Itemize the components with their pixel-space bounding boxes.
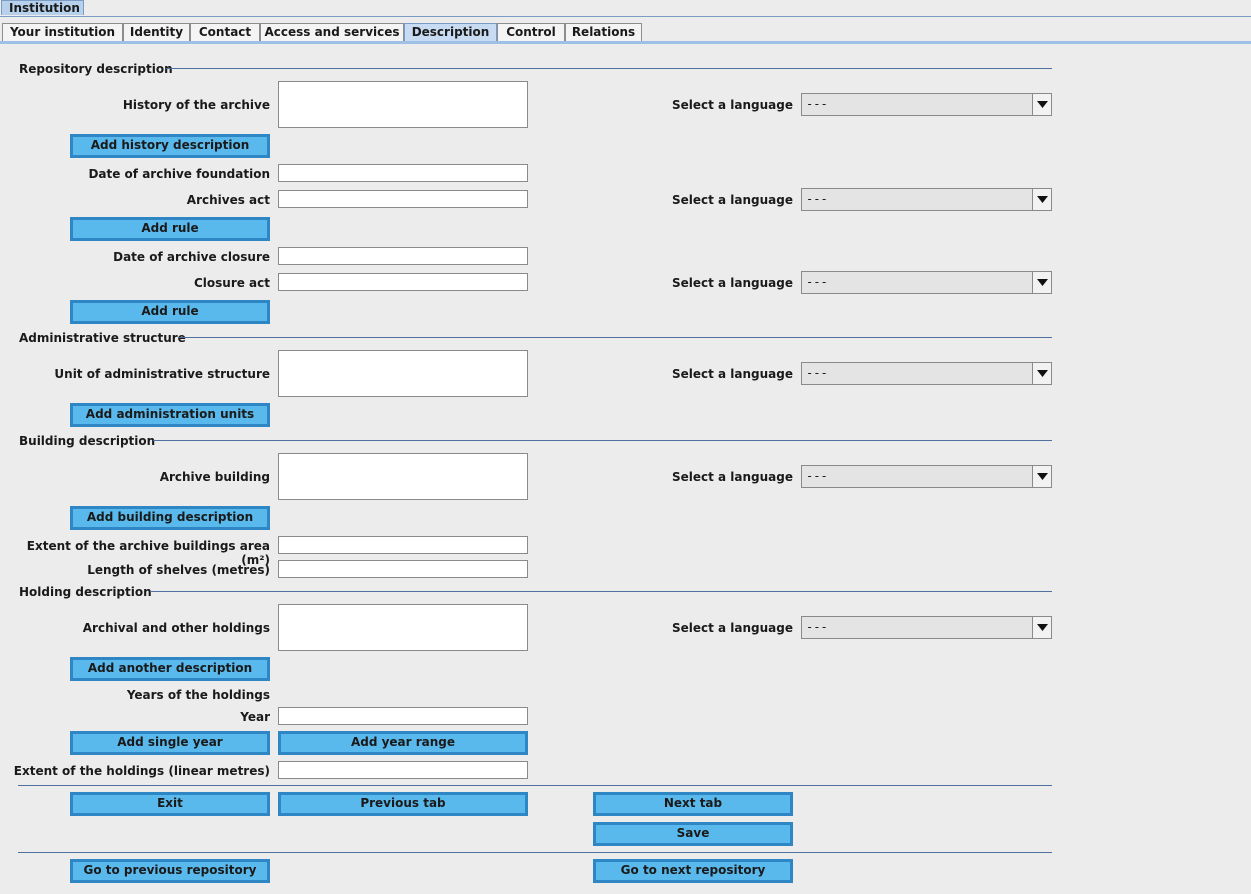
label-select-language: Select a language [671,193,793,207]
section-divider [179,337,1052,338]
language-select-value: --- [806,97,828,111]
add-year-range-button[interactable]: Add year range [278,731,528,755]
chevron-down-icon[interactable] [1032,189,1051,210]
label-length-shelves: Length of shelves (metres) [87,563,270,577]
history-textarea[interactable] [278,81,528,128]
tab-control[interactable]: Control [497,23,565,42]
add-administration-units-button[interactable]: Add administration units [70,403,270,427]
add-rule-button[interactable]: Add rule [70,217,270,241]
outer-tab-divider [0,16,1251,17]
label-year: Year [240,710,270,724]
add-single-year-button[interactable]: Add single year [70,731,270,755]
label-extent-holdings: Extent of the holdings (linear metres) [13,764,270,778]
tab-relations[interactable]: Relations [565,23,642,42]
label-history: History of the archive [122,98,270,112]
tab-contact[interactable]: Contact [190,23,260,42]
chevron-down-icon[interactable] [1032,363,1051,384]
label-select-language: Select a language [671,367,793,381]
label-years-holdings: Years of the holdings [126,688,270,702]
label-closure-act: Closure act [193,276,270,290]
label-select-language: Select a language [671,98,793,112]
add-rule-button[interactable]: Add rule [70,300,270,324]
section-divider [150,591,1052,592]
tab-your-institution[interactable]: Your institution [2,23,123,42]
language-select-archives-act[interactable]: --- [801,188,1052,211]
language-select-admin[interactable]: --- [801,362,1052,385]
section-repository-description: Repository description [19,62,173,76]
length-shelves-input[interactable] [278,560,528,578]
exit-button[interactable]: Exit [70,792,270,816]
archival-holdings-textarea[interactable] [278,604,528,651]
language-select-value: --- [806,620,828,634]
tab-access-services[interactable]: Access and services [260,23,404,42]
closure-act-input[interactable] [278,273,528,291]
previous-tab-button[interactable]: Previous tab [278,792,528,816]
tab-identity[interactable]: Identity [123,23,190,42]
section-divider [153,440,1052,441]
label-unit-admin: Unit of administrative structure [54,367,270,381]
chevron-down-icon[interactable] [1032,94,1051,115]
date-foundation-input[interactable] [278,164,528,182]
extent-buildings-input[interactable] [278,536,528,554]
tab-institution[interactable]: Institution [1,0,84,15]
label-select-language: Select a language [671,621,793,635]
label-select-language: Select a language [671,276,793,290]
save-button[interactable]: Save [593,822,793,846]
archives-act-input[interactable] [278,190,528,208]
tab-underline [0,41,1251,44]
language-select-value: --- [806,275,828,289]
label-select-language: Select a language [671,470,793,484]
navigation-divider [18,852,1052,853]
section-administrative-structure: Administrative structure [19,331,186,345]
add-history-description-button[interactable]: Add history description [70,134,270,158]
language-select-value: --- [806,192,828,206]
year-input[interactable] [278,707,528,725]
label-date-closure: Date of archive closure [113,250,270,264]
label-date-foundation: Date of archive foundation [88,167,270,181]
language-select-value: --- [806,469,828,483]
chevron-down-icon[interactable] [1032,466,1051,487]
archive-building-textarea[interactable] [278,453,528,500]
label-archive-building: Archive building [159,470,270,484]
chevron-down-icon[interactable] [1032,617,1051,638]
language-select-closure-act[interactable]: --- [801,271,1052,294]
add-building-description-button[interactable]: Add building description [70,506,270,530]
section-building-description: Building description [19,434,156,448]
language-select-value: --- [806,366,828,380]
add-another-description-button[interactable]: Add another description [70,657,270,681]
section-divider [166,68,1052,69]
label-archival-holdings: Archival and other holdings [82,621,270,635]
label-archives-act: Archives act [186,193,270,207]
unit-admin-textarea[interactable] [278,350,528,397]
language-select-history[interactable]: --- [801,93,1052,116]
section-holding-description: Holding description [19,585,152,599]
tab-description[interactable]: Description [404,23,497,42]
next-repository-button[interactable]: Go to next repository [593,859,793,883]
actions-divider [18,785,1052,786]
extent-holdings-input[interactable] [278,761,528,779]
language-select-building[interactable]: --- [801,465,1052,488]
next-tab-button[interactable]: Next tab [593,792,793,816]
previous-repository-button[interactable]: Go to previous repository [70,859,270,883]
tab-bar: Your institution Identity Contact Access… [0,23,1251,42]
date-closure-input[interactable] [278,247,528,265]
chevron-down-icon[interactable] [1032,272,1051,293]
language-select-holdings[interactable]: --- [801,616,1052,639]
